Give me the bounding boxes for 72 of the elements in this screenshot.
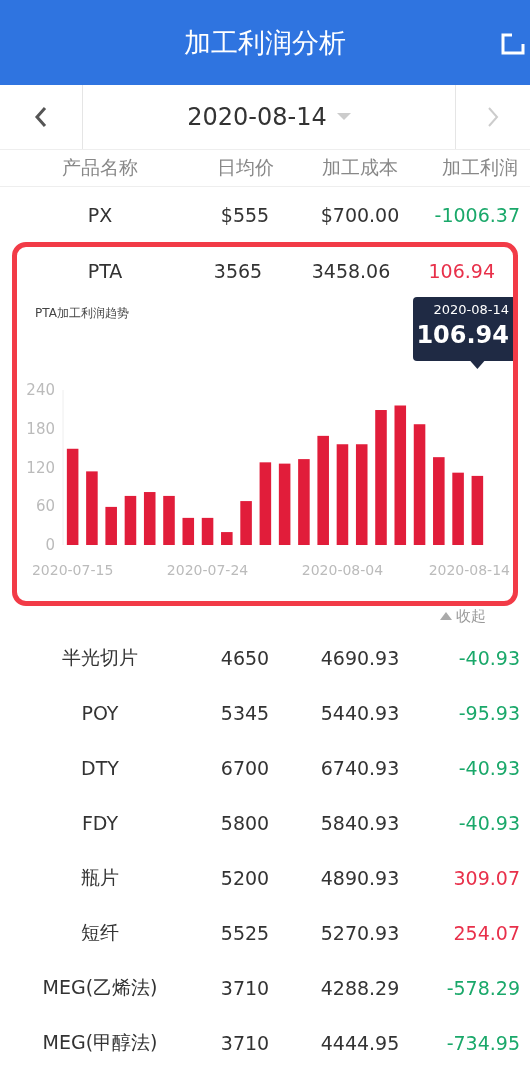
previous-icon[interactable] xyxy=(34,106,48,128)
price-cell-text: 5345 xyxy=(219,701,271,724)
next-icon[interactable] xyxy=(486,106,500,128)
profit-cell-text: -578.29 xyxy=(445,976,521,999)
cost-cell-text: 4288.29 xyxy=(319,976,401,999)
profit-cell-text: -1006.37 xyxy=(433,203,521,226)
profit-cell-text: 309.07 xyxy=(452,866,521,889)
profit-cell-text: -40.93 xyxy=(457,756,521,779)
x-tick-label: 2020-08-04 xyxy=(301,562,384,578)
x-tick-label: 2020-07-24 xyxy=(166,562,249,578)
page-title: 加工利润分析 xyxy=(184,25,346,60)
bar xyxy=(182,517,195,545)
share-icon[interactable] xyxy=(500,32,526,56)
cost-cell-text: $700.00 xyxy=(319,203,401,226)
product-name: MEG(乙烯法) xyxy=(41,974,159,1000)
product-name: POY xyxy=(80,701,120,724)
price-cell-text: 5525 xyxy=(219,921,271,944)
cost-cell-text: 5440.93 xyxy=(319,701,401,724)
column-header: 加工利润 xyxy=(441,155,519,180)
x-tick-label: 2020-08-14 xyxy=(428,562,510,578)
bar xyxy=(143,492,156,545)
profit-cell-text: -734.95 xyxy=(445,1031,521,1054)
y-tick-label: 60 xyxy=(35,497,55,516)
price-cell-text: 6700 xyxy=(219,756,271,779)
product-name: 瓶片 xyxy=(80,864,120,890)
cost-cell-text: 6740.93 xyxy=(319,756,401,779)
cost-cell-text: 5840.93 xyxy=(319,811,401,834)
dropdown-icon[interactable] xyxy=(336,113,351,121)
product-name: PTA xyxy=(86,260,124,282)
product-name: 半光切片 xyxy=(61,644,139,670)
profit-cell-text: -40.93 xyxy=(457,811,521,834)
price-cell-text: 4650 xyxy=(219,646,271,669)
profit-cell-text: 106.94 xyxy=(427,260,496,282)
product-name: MEG(甲醇法) xyxy=(41,1029,159,1055)
collapse-icon[interactable] xyxy=(440,612,452,620)
profit-cell-text: -95.93 xyxy=(457,701,521,724)
price-cell-text: 3710 xyxy=(219,976,271,999)
bar xyxy=(105,506,117,545)
price-cell-text: 5200 xyxy=(219,866,271,889)
cost-cell-text: 4444.95 xyxy=(319,1031,401,1054)
cost-cell-text: 5270.93 xyxy=(319,921,401,944)
product-name: FDY xyxy=(80,811,120,834)
tooltip-value: 106.94 xyxy=(416,321,509,349)
column-header: 加工成本 xyxy=(321,155,399,180)
y-tick-label: 0 xyxy=(45,536,55,554)
price-cell-text: $555 xyxy=(219,203,271,226)
tooltip-date: 2020-08-14 xyxy=(433,302,509,317)
bar xyxy=(163,495,175,545)
bar xyxy=(221,532,233,545)
bar xyxy=(471,475,484,545)
profit-cell-text: 254.07 xyxy=(452,921,521,944)
cost-cell-text: 3458.06 xyxy=(310,260,392,282)
y-tick-label: 240 xyxy=(26,381,55,399)
price-cell-text: 5800 xyxy=(219,811,271,834)
x-tick-label: 2020-07-15 xyxy=(31,562,114,578)
y-tick-label: 180 xyxy=(26,419,55,438)
product-name: DTY xyxy=(80,756,120,779)
column-header: 日均价 xyxy=(215,155,275,180)
bar xyxy=(201,517,214,545)
product-name: 短纤 xyxy=(80,919,120,945)
column-header: 产品名称 xyxy=(61,155,139,180)
bar xyxy=(124,495,137,545)
cost-cell-text: 4890.93 xyxy=(319,866,401,889)
bar xyxy=(240,501,252,545)
price-cell-text: 3565 xyxy=(212,260,264,282)
cost-cell-text: 4690.93 xyxy=(319,646,401,669)
profit-cell-text: -40.93 xyxy=(457,646,521,669)
y-tick-label: 120 xyxy=(26,458,55,477)
product-name: PX xyxy=(86,203,114,226)
price-cell-text: 3710 xyxy=(219,1031,271,1054)
chart-title: PTA加工利润趋势 xyxy=(35,305,129,322)
date-selector[interactable]: 2020-08-14 xyxy=(187,103,327,131)
